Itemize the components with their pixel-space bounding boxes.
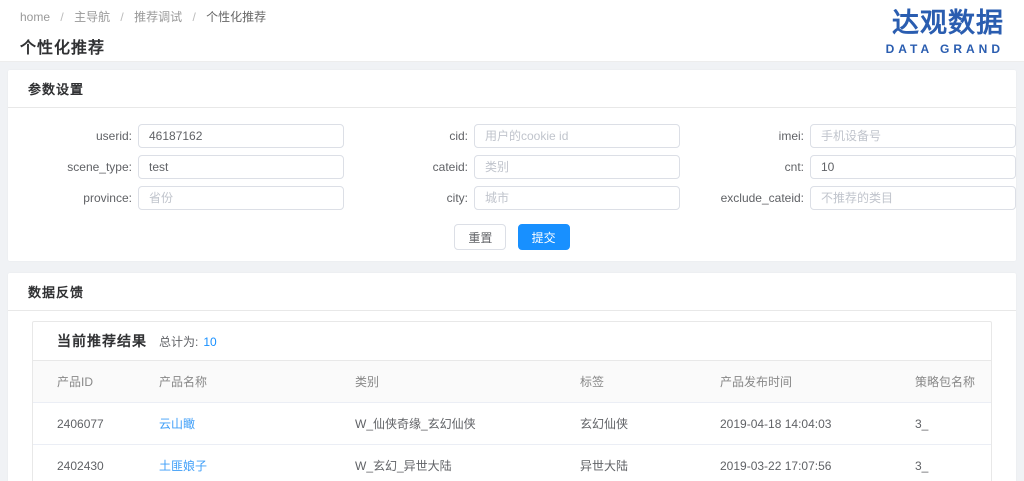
- breadcrumb-recommend-debug[interactable]: 推荐调试: [134, 10, 182, 24]
- city-label: city:: [344, 191, 474, 205]
- product-link[interactable]: 云山瞰: [159, 417, 195, 431]
- page-title: 个性化推荐: [20, 34, 266, 58]
- cell-tag: 玄幻仙侠: [572, 403, 712, 445]
- cid-label: cid:: [344, 129, 474, 143]
- province-input[interactable]: [138, 186, 344, 210]
- table-row: 2402430 土匪娘子 W_玄幻_异世大陆 异世大陆 2019-03-22 1…: [33, 445, 991, 481]
- col-product-name: 产品名称: [151, 361, 347, 403]
- cell-category: W_玄幻_异世大陆: [347, 445, 572, 481]
- cateid-input[interactable]: [474, 155, 680, 179]
- cell-publish-time: 2019-03-22 17:07:56: [712, 445, 907, 481]
- form-item-cnt: cnt:: [680, 155, 1016, 179]
- form-item-province: province:: [8, 186, 344, 210]
- table-row: 2406077 云山瞰 W_仙侠奇缘_玄幻仙侠 玄幻仙侠 2019-04-18 …: [33, 403, 991, 445]
- scene-type-input[interactable]: [138, 155, 344, 179]
- params-form-grid: userid: cid: imei: scene_type: cateid:: [8, 124, 1016, 210]
- imei-label: imei:: [680, 129, 810, 143]
- col-strategy: 策略包名称: [907, 361, 991, 403]
- col-category: 类别: [347, 361, 572, 403]
- cell-strategy: 3_: [907, 403, 991, 445]
- breadcrumb-separator: /: [192, 10, 195, 24]
- breadcrumb-main-nav[interactable]: 主导航: [74, 10, 110, 24]
- form-item-imei: imei:: [680, 124, 1016, 148]
- cell-category: W_仙侠奇缘_玄幻仙侠: [347, 403, 572, 445]
- city-input[interactable]: [474, 186, 680, 210]
- feedback-panel-body: 当前推荐结果 总计为: 10 产品ID 产品名称 类别 标签: [8, 311, 1016, 481]
- cell-publish-time: 2019-04-18 14:04:03: [712, 403, 907, 445]
- cnt-input[interactable]: [810, 155, 1016, 179]
- exclude-cateid-label: exclude_cateid:: [680, 191, 810, 205]
- form-item-city: city:: [344, 186, 680, 210]
- form-item-cid: cid:: [344, 124, 680, 148]
- cnt-label: cnt:: [680, 160, 810, 174]
- cateid-label: cateid:: [344, 160, 474, 174]
- scene-type-label: scene_type:: [8, 160, 138, 174]
- feedback-panel: 数据反馈 当前推荐结果 总计为: 10 产品ID 产品名称: [8, 273, 1016, 481]
- results-header: 当前推荐结果 总计为: 10: [33, 322, 991, 361]
- top-header: home / 主导航 / 推荐调试 / 个性化推荐 个性化推荐 达观数据 DAT…: [0, 0, 1024, 62]
- province-label: province:: [8, 191, 138, 205]
- results-total-value: 10: [203, 335, 216, 349]
- form-item-scene-type: scene_type:: [8, 155, 344, 179]
- submit-button[interactable]: 提交: [518, 224, 570, 250]
- breadcrumb-current-page: 个性化推荐: [206, 10, 266, 24]
- params-form: userid: cid: imei: scene_type: cateid:: [8, 108, 1016, 261]
- results-title: 当前推荐结果: [57, 331, 147, 351]
- cell-product-id: 2402430: [33, 445, 151, 481]
- params-panel-title: 参数设置: [8, 70, 1016, 108]
- col-tag: 标签: [572, 361, 712, 403]
- imei-input[interactable]: [810, 124, 1016, 148]
- form-buttons: 重置 提交: [8, 224, 1016, 250]
- reset-button[interactable]: 重置: [454, 224, 506, 250]
- breadcrumb-separator: /: [60, 10, 63, 24]
- form-item-userid: userid:: [8, 124, 344, 148]
- results-card: 当前推荐结果 总计为: 10 产品ID 产品名称 类别 标签: [32, 321, 992, 481]
- col-publish-time: 产品发布时间: [712, 361, 907, 403]
- breadcrumb: home / 主导航 / 推荐调试 / 个性化推荐: [20, 8, 266, 25]
- exclude-cateid-input[interactable]: [810, 186, 1016, 210]
- brand-name: 达观数据: [886, 10, 1004, 37]
- cell-product-name: 云山瞰: [151, 403, 347, 445]
- cell-product-name: 土匪娘子: [151, 445, 347, 481]
- params-panel: 参数设置 userid: cid: imei: scene_type:: [8, 70, 1016, 261]
- page: home / 主导航 / 推荐调试 / 个性化推荐 个性化推荐 达观数据 DAT…: [0, 0, 1024, 481]
- header-left: home / 主导航 / 推荐调试 / 个性化推荐 个性化推荐: [20, 8, 266, 61]
- table-header-row: 产品ID 产品名称 类别 标签 产品发布时间 策略包名称: [33, 361, 991, 403]
- product-link[interactable]: 土匪娘子: [159, 459, 207, 473]
- breadcrumb-home[interactable]: home: [20, 10, 50, 24]
- cell-strategy: 3_: [907, 445, 991, 481]
- cell-product-id: 2406077: [33, 403, 151, 445]
- cid-input[interactable]: [474, 124, 680, 148]
- form-item-cateid: cateid:: [344, 155, 680, 179]
- form-item-exclude-cateid: exclude_cateid:: [680, 186, 1016, 210]
- cell-tag: 异世大陆: [572, 445, 712, 481]
- feedback-panel-title: 数据反馈: [8, 273, 1016, 311]
- breadcrumb-separator: /: [120, 10, 123, 24]
- userid-label: userid:: [8, 129, 138, 143]
- results-total-label: 总计为:: [159, 333, 198, 350]
- brand-logo: 达观数据 DATA GRAND: [886, 8, 1004, 61]
- brand-subtitle: DATA GRAND: [886, 43, 1004, 55]
- userid-input[interactable]: [138, 124, 344, 148]
- results-table: 产品ID 产品名称 类别 标签 产品发布时间 策略包名称 2406077 云山瞰: [33, 361, 991, 481]
- col-product-id: 产品ID: [33, 361, 151, 403]
